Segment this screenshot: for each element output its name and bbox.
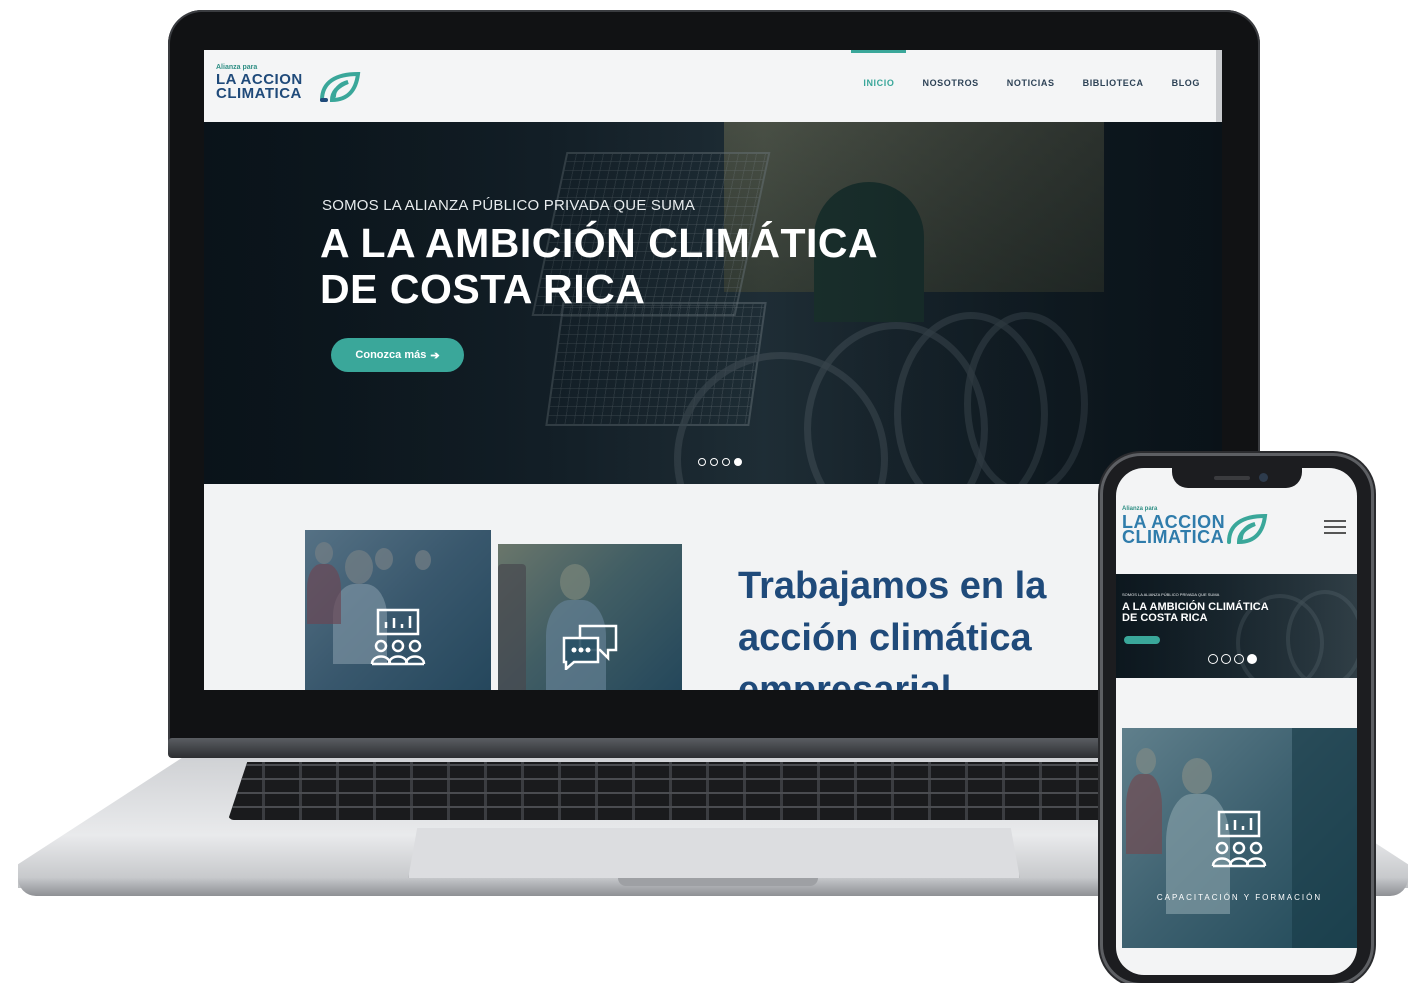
laptop-keyboard <box>228 762 1188 820</box>
phone-camera <box>1259 473 1268 482</box>
phone-hero-title: A LA AMBICIÓN CLIMÁTICA DE COSTA RICA <box>1122 602 1269 624</box>
slider-dots <box>698 458 742 466</box>
hamburger-menu-icon[interactable] <box>1324 520 1346 538</box>
leaf-swirl-icon <box>320 71 361 103</box>
slider-dot[interactable] <box>698 458 706 466</box>
phone-slider-dots <box>1208 654 1257 664</box>
main-nav: INICIO NOSOTROS NOTICIAS BIBLIOTECA BLOG <box>851 50 1200 88</box>
slider-dot[interactable] <box>1221 654 1231 664</box>
site-header: Alianza para LA ACCION CLIMATICA INICIO … <box>204 50 1222 140</box>
slider-dot-active[interactable] <box>1247 654 1257 664</box>
laptop-opening-notch <box>618 878 818 886</box>
hero-kicker: SOMOS LA ALIANZA PÚBLICO PRIVADA QUE SUM… <box>322 197 696 214</box>
phone-screen: Alianza para LA ACCION CLIMATICA SOMOS L… <box>1116 468 1357 975</box>
phone-hero-title-line-2: DE COSTA RICA <box>1122 612 1208 624</box>
phone-hero-kicker: SOMOS LA ALIANZA PÚBLICO PRIVADA QUE SUM… <box>1122 592 1220 597</box>
nav-nosotros[interactable]: NOSOTROS <box>922 78 978 88</box>
laptop-screen: Alianza para LA ACCION CLIMATICA INICIO … <box>204 50 1222 690</box>
hero-banner: SOMOS LA ALIANZA PÚBLICO PRIVADA QUE SUM… <box>204 122 1222 484</box>
presentation-group-icon <box>1211 810 1267 868</box>
slider-dot[interactable] <box>710 458 718 466</box>
presentation-group-icon <box>370 608 426 666</box>
slider-dot-active[interactable] <box>734 458 742 466</box>
chat-bubbles-icon <box>562 624 618 670</box>
laptop-trackpad <box>408 828 1020 879</box>
phone-card-label: CAPACITACIÓN Y FORMACIÓN <box>1156 893 1323 902</box>
service-card-training[interactable] <box>305 530 491 690</box>
phone-hero: SOMOS LA ALIANZA PÚBLICO PRIVADA QUE SUM… <box>1116 574 1357 678</box>
nav-blog[interactable]: BLOG <box>1172 78 1200 88</box>
nav-biblioteca[interactable]: BIBLIOTECA <box>1083 78 1144 88</box>
logo-small-text: Alianza para <box>216 64 258 71</box>
arrow-right-icon: ➔ <box>430 349 440 362</box>
conozca-mas-button[interactable]: Conozca más ➔ <box>331 338 464 372</box>
site-logo[interactable]: Alianza para LA ACCION CLIMATICA <box>214 62 374 112</box>
leaf-swirl-icon <box>1227 513 1268 545</box>
phone-conozca-mas-button[interactable] <box>1124 636 1160 644</box>
logo-line-2: CLIMATICA <box>216 85 302 102</box>
service-card-dialogue[interactable] <box>498 544 682 690</box>
phone-logo-line-2: CLIMATICA <box>1122 527 1225 547</box>
slider-dot[interactable] <box>1208 654 1218 664</box>
phone-logo[interactable]: Alianza para LA ACCION CLIMATICA <box>1120 504 1290 554</box>
hero-title-line-1: A LA AMBICIÓN CLIMÁTICA <box>320 220 879 266</box>
slider-dot[interactable] <box>722 458 730 466</box>
laptop-hinge <box>168 738 1258 758</box>
phone-speaker <box>1214 476 1250 480</box>
nav-inicio[interactable]: INICIO <box>851 50 907 88</box>
hero-title: A LA AMBICIÓN CLIMÁTICA DE COSTA RICA <box>320 220 878 312</box>
hero-title-line-2: DE COSTA RICA <box>320 266 646 312</box>
slider-dot[interactable] <box>1234 654 1244 664</box>
phone-notch <box>1172 462 1302 488</box>
nav-noticias[interactable]: NOTICIAS <box>1007 78 1055 88</box>
conozca-mas-label: Conozca más <box>355 349 427 361</box>
section-title: Trabajamos en la acción climática empres… <box>738 565 1047 690</box>
phone-service-card[interactable]: CAPACITACIÓN Y FORMACIÓN <box>1122 728 1357 948</box>
